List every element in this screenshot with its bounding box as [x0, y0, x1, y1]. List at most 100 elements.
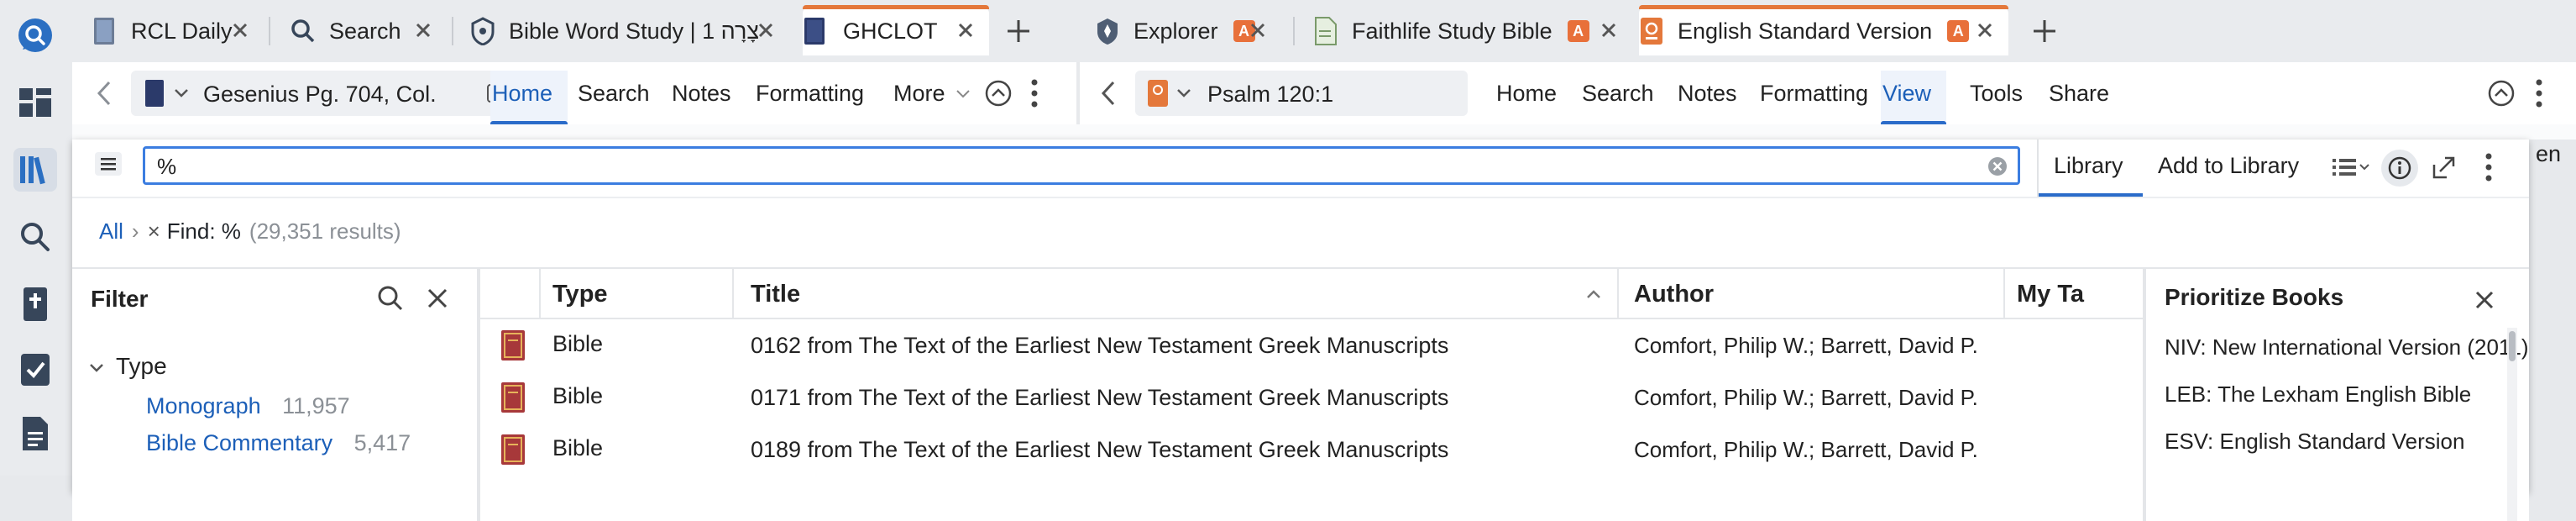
info-button[interactable]	[2381, 150, 2418, 187]
scrollbar-track[interactable]	[2507, 328, 2517, 521]
orange-book-icon	[1148, 80, 1168, 107]
column-divider	[1617, 269, 1619, 318]
cell-author: Comfort, Philip W.; Barrett, David P.	[1634, 333, 1978, 358]
checklist-icon[interactable]	[13, 348, 57, 392]
tab-label: Search	[329, 18, 401, 44]
filter-item[interactable]: Bible Commentary 5,417	[146, 430, 411, 456]
truncated-text: en	[2536, 141, 2562, 166]
close-icon[interactable]	[411, 18, 435, 42]
more-vertical-icon[interactable]	[2534, 77, 2544, 109]
new-tab-plus-icon[interactable]	[2030, 17, 2059, 45]
toolbar-notes[interactable]: Notes	[1678, 81, 1737, 107]
close-icon[interactable]	[1597, 18, 1620, 42]
sort-ascending-icon[interactable]	[1585, 289, 1602, 299]
prioritized-book[interactable]: ESV: English Standard Version	[2165, 429, 2464, 455]
back-arrow-icon[interactable]	[1098, 79, 1120, 108]
badge-a: A	[1947, 20, 1970, 42]
tab-add-to-library[interactable]: Add to Library	[2158, 153, 2299, 179]
tab-ghclot[interactable]: GHCLOT	[803, 5, 989, 55]
results-table: Type Title Author My Ta Bible 0162 from …	[480, 269, 2143, 521]
tab-label: Faithlife Study Bible	[1352, 18, 1552, 44]
toolbar-home[interactable]: Home	[1496, 81, 1557, 107]
chevron-down-icon[interactable]	[173, 87, 190, 99]
chevron-down-icon[interactable]	[956, 89, 971, 99]
orange-book-icon	[1641, 18, 1662, 45]
clear-search-icon[interactable]	[1987, 156, 2008, 176]
tab-label: English Standard Version	[1678, 18, 1933, 44]
library-icon[interactable]	[13, 148, 57, 192]
tab-divider	[452, 17, 453, 45]
filter-item-count: 11,957	[282, 393, 350, 418]
column-divider	[539, 269, 541, 318]
book-cover-icon	[501, 382, 525, 413]
tab-faithlife-study-bible[interactable]: Faithlife Study Bible A	[1313, 7, 1632, 55]
search-icon[interactable]	[376, 284, 405, 313]
search-icon[interactable]	[13, 215, 57, 259]
prioritized-book[interactable]: NIV: New International Version (2011)	[2165, 334, 2529, 360]
filter-item[interactable]: Monograph 11,957	[146, 393, 350, 419]
document-icon[interactable]	[13, 412, 57, 455]
more-vertical-icon[interactable]	[1029, 77, 1039, 109]
table-row[interactable]: Bible 0189 from The Text of the Earliest…	[480, 424, 2143, 476]
reference-box[interactable]: Psalm 120:1	[1135, 71, 1468, 116]
library-search-field[interactable]	[143, 146, 2020, 185]
popout-icon[interactable]	[2432, 155, 2457, 180]
filter-group-type[interactable]: Type	[116, 353, 167, 380]
tab-library[interactable]: Library	[2054, 153, 2123, 179]
close-icon[interactable]	[1973, 18, 1997, 42]
collapse-up-icon[interactable]	[984, 79, 1013, 108]
book-cover-icon	[501, 330, 525, 360]
prioritized-book[interactable]: LEB: The Lexham English Bible	[2165, 382, 2471, 408]
table-row[interactable]: Bible 0171 from The Text of the Earliest…	[480, 371, 2143, 424]
collapse-up-icon[interactable]	[2487, 79, 2516, 108]
document-icon	[1315, 17, 1337, 45]
list-view-icon[interactable]	[2331, 156, 2371, 178]
bible-icon[interactable]	[13, 282, 57, 326]
toolbar-home[interactable]: Home	[492, 81, 552, 107]
book-icon	[145, 80, 164, 107]
scrollbar-thumb[interactable]	[2509, 331, 2516, 361]
right-panel-toolbar: Psalm 120:1 Home Search Notes Formatting…	[1080, 62, 2576, 126]
toolbar-notes[interactable]: Notes	[672, 81, 731, 107]
tab-rcl-daily[interactable]: RCL Daily	[92, 7, 264, 55]
library-search-input[interactable]	[155, 152, 1922, 181]
column-header-author[interactable]: Author	[1634, 281, 1714, 308]
new-tab-plus-icon[interactable]	[1004, 17, 1033, 45]
close-icon[interactable]	[425, 286, 450, 311]
tab-search[interactable]: Search	[291, 7, 447, 55]
breadcrumb-all[interactable]: All	[99, 218, 123, 245]
table-row[interactable]: Bible 0162 from The Text of the Earliest…	[480, 319, 2143, 371]
close-icon[interactable]	[1246, 18, 1270, 42]
column-header-my-tags[interactable]: My Ta	[2017, 281, 2084, 308]
close-icon[interactable]	[754, 18, 778, 42]
close-icon[interactable]	[2474, 289, 2495, 311]
dashboard-icon[interactable]	[13, 81, 57, 124]
tab-english-standard-version[interactable]: English Standard Version A	[1639, 5, 2008, 55]
back-arrow-icon[interactable]	[94, 79, 116, 108]
library-panel: Library Add to Library All › × Find: % (…	[72, 139, 2529, 521]
toolbar-view[interactable]: View	[1882, 81, 1931, 107]
column-header-title[interactable]: Title	[751, 281, 800, 308]
toolbar-search[interactable]: Search	[578, 81, 650, 107]
close-icon[interactable]	[228, 18, 252, 42]
toolbar-formatting[interactable]: Formatting	[1760, 81, 1868, 107]
content-peek	[72, 124, 2576, 139]
search-bubble-icon[interactable]	[13, 13, 57, 57]
tab-explorer[interactable]: Explorer A	[1095, 7, 1281, 55]
more-vertical-icon[interactable]	[2484, 151, 2494, 183]
toolbar-tools[interactable]: Tools	[1970, 81, 2023, 107]
chevron-down-icon[interactable]	[89, 363, 104, 373]
menu-icon[interactable]	[94, 151, 123, 176]
result-count: (29,351 results)	[249, 218, 401, 244]
tab-bible-word-study[interactable]: Bible Word Study | 1 צָרָה	[470, 7, 789, 55]
toolbar-formatting[interactable]: Formatting	[756, 81, 864, 107]
reference-box[interactable]: Gesenius Pg. 704, Col.	[131, 71, 531, 116]
book-icon	[94, 18, 114, 45]
close-icon[interactable]	[954, 18, 977, 42]
column-header-type[interactable]: Type	[552, 281, 608, 308]
toolbar-share[interactable]: Share	[2049, 81, 2109, 107]
toolbar-search[interactable]: Search	[1582, 81, 1654, 107]
toolbar-more[interactable]: More	[893, 81, 945, 107]
chevron-down-icon[interactable]	[1175, 87, 1192, 99]
remove-filter-icon[interactable]: ×	[148, 218, 160, 245]
